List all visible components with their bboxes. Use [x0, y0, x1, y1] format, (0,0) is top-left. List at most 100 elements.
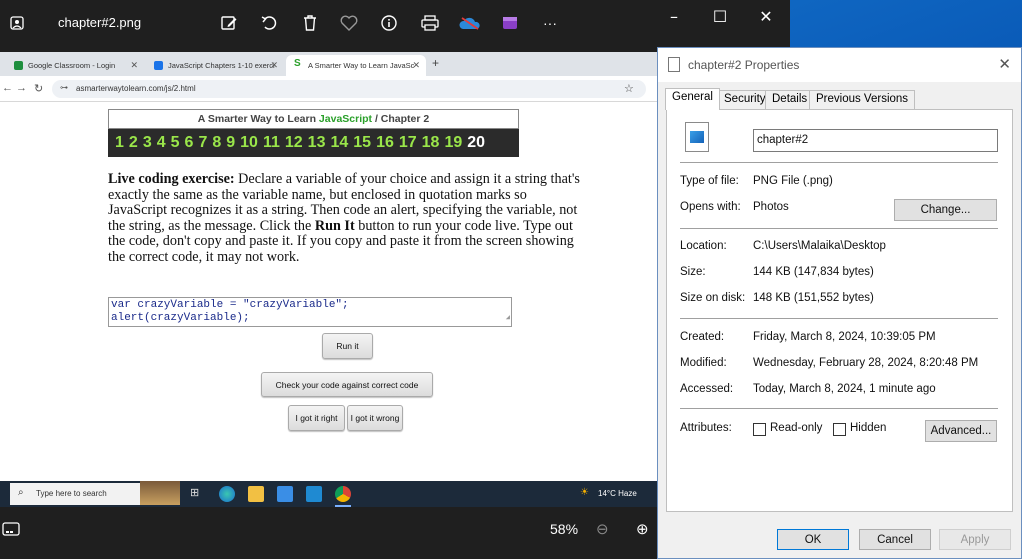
created-label: Created:: [680, 331, 725, 343]
taskbar-search-box[interactable]: ⌕ Type here to search: [10, 481, 180, 505]
chapter-link-10[interactable]: 10: [240, 134, 258, 152]
apply-button[interactable]: Apply: [939, 529, 1011, 550]
file-explorer-icon[interactable]: [248, 486, 264, 502]
general-panel: chapter#2 Type of file: PNG File (.png) …: [666, 109, 1013, 512]
size-on-disk-value: 148 KB (151,552 bytes): [753, 292, 874, 304]
separator: [680, 408, 998, 409]
file-name-field[interactable]: chapter#2: [753, 129, 998, 152]
browser-tab[interactable]: JavaScript Chapters 1-10 exerci ✕: [146, 55, 284, 76]
chrome-icon[interactable]: [335, 486, 351, 502]
close-button[interactable]: ✕: [743, 0, 789, 32]
resize-handle-icon[interactable]: ◢: [506, 312, 510, 325]
chapter-link-18[interactable]: 18: [422, 134, 440, 152]
exercise-text: Live coding exercise: Declare a variable…: [108, 171, 583, 266]
print-icon[interactable]: [415, 8, 445, 38]
chapter-link-8[interactable]: 8: [212, 134, 221, 152]
favorite-icon[interactable]: [334, 8, 364, 38]
url-text: asmarterwaytolearn.com/js/2.html: [76, 84, 196, 93]
chapter-link-11[interactable]: 11: [263, 134, 280, 152]
separator: [680, 318, 998, 319]
chapter-link-12[interactable]: 12: [285, 134, 303, 152]
modified-label: Modified:: [680, 357, 727, 369]
dialog-close-button[interactable]: ✕: [998, 55, 1011, 73]
tab-close-icon[interactable]: ✕: [270, 60, 278, 71]
readonly-checkbox[interactable]: [753, 423, 766, 436]
tab-details[interactable]: Details: [765, 90, 815, 109]
chapter-link-15[interactable]: 15: [353, 134, 371, 152]
delete-icon[interactable]: [295, 8, 325, 38]
bookmark-star-icon[interactable]: ☆: [624, 82, 634, 95]
png-file-icon: [685, 122, 709, 152]
chapter-link-2[interactable]: 2: [129, 134, 138, 152]
code-editor[interactable]: var crazyVariable = "crazyVariable"; ale…: [108, 297, 512, 327]
chapter-link-9[interactable]: 9: [226, 134, 235, 152]
chapter-link-13[interactable]: 13: [308, 134, 326, 152]
new-tab-button[interactable]: +: [432, 56, 439, 70]
zoom-in-icon[interactable]: ⊕: [636, 520, 649, 538]
chapter-link-17[interactable]: 17: [399, 134, 417, 152]
dialog-title-bar: chapter#2 Properties ✕: [658, 48, 1021, 82]
task-view-icon[interactable]: ⊞: [190, 486, 206, 502]
filmstrip-icon[interactable]: [2, 522, 20, 541]
cancel-button[interactable]: Cancel: [859, 529, 931, 550]
chapter-link-6[interactable]: 6: [185, 134, 194, 152]
site-info-icon[interactable]: ⊶: [60, 83, 68, 92]
header-prefix: A Smarter Way to Learn: [197, 113, 319, 125]
chapter-link-4[interactable]: 4: [157, 134, 166, 152]
chapter-link-7[interactable]: 7: [198, 134, 207, 152]
back-icon[interactable]: ←: [2, 82, 13, 94]
chapter-link-19[interactable]: 19: [444, 134, 462, 152]
chapter-link-16[interactable]: 16: [376, 134, 394, 152]
ok-button[interactable]: OK: [777, 529, 849, 550]
change-button[interactable]: Change...: [894, 199, 997, 221]
url-bar[interactable]: ⊶ asmarterwaytolearn.com/js/2.html ☆: [52, 80, 646, 98]
info-icon[interactable]: [374, 8, 404, 38]
exercise-runit: Run It: [314, 217, 355, 234]
chapter-link-3[interactable]: 3: [143, 134, 152, 152]
tab-general[interactable]: General: [665, 88, 720, 110]
search-placeholder: Type here to search: [36, 489, 107, 498]
reload-icon[interactable]: ↻: [34, 82, 43, 95]
header-javascript: JavaScript: [318, 113, 373, 125]
chapter-link-5[interactable]: 5: [171, 134, 180, 152]
rotate-icon[interactable]: [254, 8, 284, 38]
size-label: Size:: [680, 266, 706, 278]
maximize-button[interactable]: ☐: [697, 0, 743, 32]
minimize-button[interactable]: –: [651, 0, 697, 32]
browser-tab[interactable]: Google Classroom - Login ✕: [6, 55, 144, 76]
tab-close-icon[interactable]: ✕: [130, 60, 138, 71]
clipchamp-icon[interactable]: [495, 8, 525, 38]
weather-text: 14°C Haze: [598, 489, 637, 498]
properties-dialog: chapter#2 Properties ✕ General Security …: [657, 47, 1022, 559]
hidden-checkbox[interactable]: [833, 423, 846, 436]
zoom-out-icon[interactable]: ⊖: [596, 520, 609, 538]
inner-taskbar: ⌕ Type here to search ⊞ ☀ 14°C Haze: [0, 481, 660, 507]
chapter-link-14[interactable]: 14: [330, 134, 348, 152]
forward-icon[interactable]: →: [16, 82, 27, 94]
exercise-heading: Live coding exercise:: [108, 171, 235, 187]
separator: [680, 162, 998, 163]
accessed-value: Today, March 8, 2024, 1 minute ago: [753, 383, 936, 395]
code-line: var crazyVariable = "crazyVariable";: [111, 299, 349, 311]
edit-icon[interactable]: [214, 8, 244, 38]
chapter-nav: 1 2 3 4 5 6 7 8 9 10 11 12 13 14 15 16 17 18 19 20: [108, 129, 519, 157]
got-it-wrong-button[interactable]: I got it wrong: [347, 405, 403, 431]
tab-previous-versions[interactable]: Previous Versions: [809, 90, 916, 109]
more-icon[interactable]: ···: [535, 8, 565, 38]
address-bar-row: ← → ↻ ⊶ asmarterwaytolearn.com/js/2.html…: [0, 76, 660, 102]
browser-tab-active[interactable]: S A Smarter Way to Learn JavaSc ✕: [286, 55, 426, 76]
chapter-link-20[interactable]: 20: [467, 134, 485, 152]
got-it-right-button[interactable]: I got it right: [288, 405, 345, 431]
onedrive-icon[interactable]: [455, 8, 485, 38]
run-it-button[interactable]: Run it: [322, 333, 373, 359]
check-code-button[interactable]: Check your code against correct code: [261, 372, 433, 397]
weather-icon: ☀: [580, 487, 589, 498]
screenshot-image: Google Classroom - Login ✕ JavaScript Ch…: [0, 52, 660, 507]
mail-icon[interactable]: [277, 486, 293, 502]
edge-icon[interactable]: [219, 486, 235, 502]
advanced-button[interactable]: Advanced...: [925, 420, 997, 442]
separator: [680, 228, 998, 229]
tab-close-icon[interactable]: ✕: [412, 60, 420, 71]
chapter-link-1[interactable]: 1: [115, 134, 124, 152]
vscode-icon[interactable]: [306, 486, 322, 502]
